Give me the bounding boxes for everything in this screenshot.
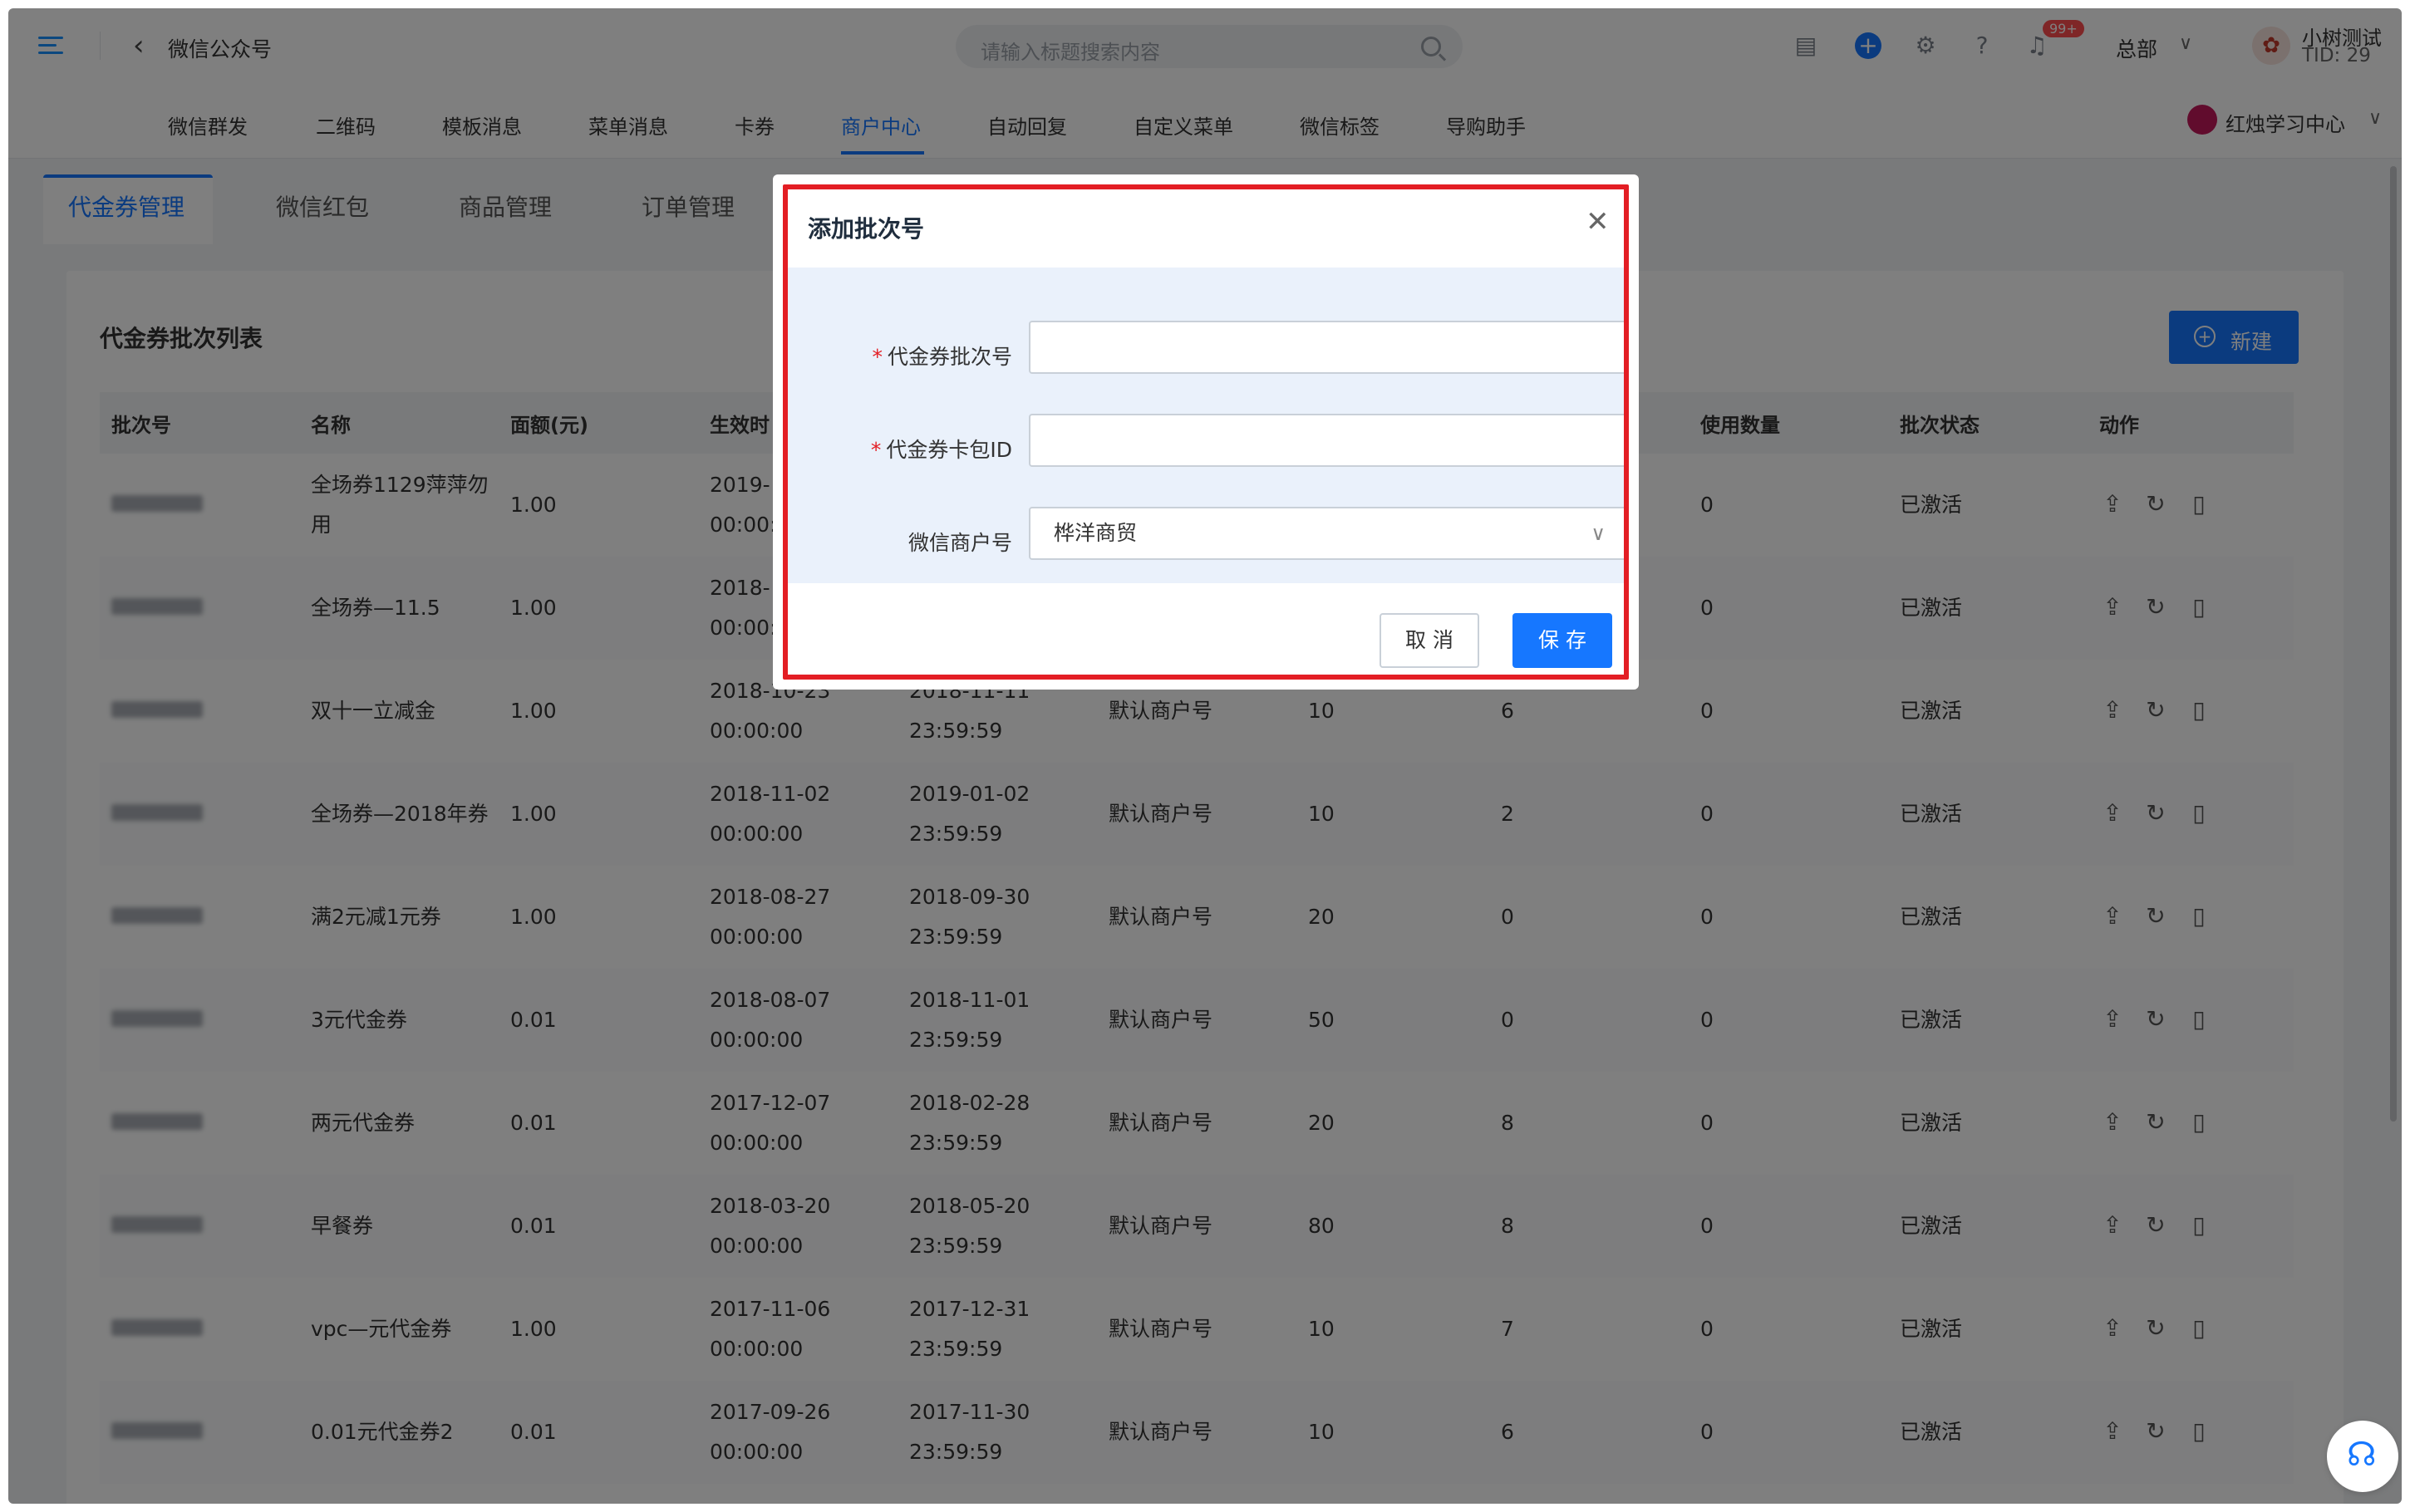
headset-icon: ☊ (2347, 1436, 2377, 1474)
support-button[interactable]: ☊ (2327, 1421, 2398, 1492)
app-window: ‹ 微信公众号 请输入标题搜索内容 ▤ + ⚙ ? ♫ 99+ 总部 ∨ ✿ 小… (8, 8, 2402, 1504)
highlight-box (783, 184, 1629, 680)
